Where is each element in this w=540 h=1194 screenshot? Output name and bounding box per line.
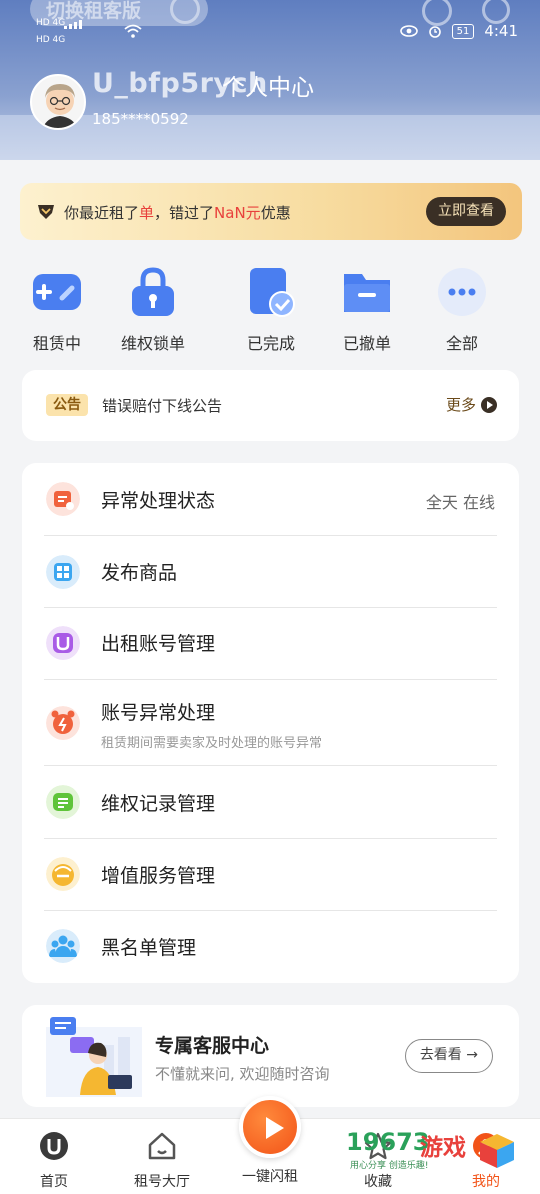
more-link[interactable]: 更多 (446, 394, 497, 415)
grid-apps-icon (46, 555, 80, 589)
announcement-bar[interactable]: 公告 错误赔付下线公告 更多 (22, 370, 519, 441)
tab-market[interactable]: 租号大厅 (112, 1119, 212, 1191)
lock-icon (132, 267, 174, 316)
customer-service-illustration (46, 1017, 142, 1097)
header-band (0, 115, 540, 160)
shortcut-locked[interactable]: 维权锁单 (105, 266, 201, 354)
announcement-text[interactable]: 错误赔付下线公告 (102, 395, 222, 416)
coupon-shield-icon (38, 205, 54, 219)
status-network: HD 4G HD 4G (36, 18, 82, 46)
more-dots-icon (438, 268, 486, 316)
promo-count: 单 (139, 204, 155, 222)
service-subtitle: 不懂就来问, 欢迎随时咨询 (155, 1065, 330, 1083)
menu-item-title: 出租账号管理 (101, 633, 216, 655)
alarm-clock-icon (46, 706, 80, 740)
more-label: 更多 (445, 396, 476, 414)
menu-item-title: 维权记录管理 (101, 793, 216, 815)
message-icon[interactable] (482, 0, 510, 24)
alarm-icon (428, 26, 441, 38)
clock: 4:41 (484, 22, 518, 40)
profile-header: 切换租客版 HD 4G HD 4G 51 4:41 U_bfp5rych 个人中… (0, 0, 540, 160)
promo-text: 你最近租了单，错过了NaN元优惠 (64, 202, 291, 223)
watermark-cube-icon (480, 1134, 514, 1168)
page-title: 个人中心 (222, 75, 314, 101)
site-watermark: 19673 游戏 用心分享 创造乐趣! (346, 1128, 526, 1188)
menu-list: 异常处理状态 全天 在线 发布商品 出租账号管理 账号异常处理 租赁期间需要卖家 (22, 463, 519, 983)
menu-item-title: 发布商品 (101, 562, 178, 584)
promo-banner[interactable]: 你最近租了单，错过了NaN元优惠 立即查看 (20, 183, 522, 240)
home-logo-icon (40, 1132, 68, 1160)
magnet-u-icon (46, 626, 80, 660)
signal-bars-icon (64, 20, 82, 29)
shortcut-label: 已撤单 (342, 334, 391, 353)
promo-text-prefix: 你最近租了 (64, 204, 140, 222)
tab-home[interactable]: 首页 (4, 1119, 104, 1191)
service-face-icon (46, 857, 80, 891)
wifi-icon (124, 24, 142, 38)
menu-item-exception-status[interactable]: 异常处理状态 全天 在线 (22, 463, 519, 536)
shortcut-completed[interactable]: 已完成 (223, 266, 319, 354)
online-status: 全天 在线 (425, 493, 495, 512)
service-title: 专属客服中心 (155, 1035, 270, 1057)
flash-rent-label: 一键闪租 (242, 1169, 298, 1185)
promo-text-suffix: 优惠 (260, 204, 291, 222)
customer-service-card[interactable]: 专属客服中心 不懂就来问, 欢迎随时咨询 去看看 → (22, 1005, 519, 1107)
folder-icon (344, 274, 390, 312)
gamepad-icon (33, 274, 81, 310)
status-right: 51 4:41 (399, 22, 518, 40)
status-document-icon (46, 482, 80, 516)
shortcut-cancelled[interactable]: 已撤单 (319, 266, 415, 354)
menu-item-publish[interactable]: 发布商品 (22, 536, 519, 608)
tab-label: 租号大厅 (134, 1174, 190, 1190)
announcement-tag: 公告 (46, 394, 88, 416)
completed-check-icon (250, 268, 295, 317)
menu-item-title: 账号异常处理 (101, 702, 216, 724)
menu-item-title: 黑名单管理 (101, 937, 197, 959)
go-see-button[interactable]: 去看看 → (404, 1039, 493, 1073)
menu-item-dispute-records[interactable]: 维权记录管理 (22, 766, 519, 839)
menu-item-value-added[interactable]: 增值服务管理 (22, 839, 519, 911)
house-icon (148, 1132, 176, 1160)
promo-text-middle: ，错过了 (154, 204, 215, 222)
menu-item-subtitle: 租赁期间需要卖家及时处理的账号异常 (101, 736, 323, 751)
shortcut-all[interactable]: 全部 (414, 266, 510, 354)
menu-item-account-exception[interactable]: 账号异常处理 租赁期间需要卖家及时处理的账号异常 (22, 680, 519, 766)
shortcut-label: 维权锁单 (120, 334, 185, 353)
menu-item-rental-accounts[interactable]: 出租账号管理 (22, 608, 519, 680)
eye-icon (399, 25, 418, 37)
view-now-button[interactable]: 立即查看 (426, 197, 506, 226)
network-label-2: HD 4G (36, 35, 66, 45)
menu-item-blacklist[interactable]: 黑名单管理 (22, 911, 519, 983)
phone-number: 185****0592 (92, 110, 189, 128)
watermark-slogan: 用心分享 创造乐趣! (350, 1161, 429, 1171)
shortcut-renting[interactable]: 租赁中 (9, 266, 105, 354)
avatar[interactable] (30, 74, 86, 130)
menu-item-title: 异常处理状态 (101, 490, 216, 512)
list-record-icon (46, 785, 80, 819)
shortcut-label: 全部 (445, 334, 478, 353)
shortcut-label: 已完成 (246, 334, 295, 353)
promo-amount: NaN元 (214, 204, 261, 222)
watermark-number: 19673 (346, 1128, 430, 1156)
go-see-label: 去看看 (419, 1047, 462, 1063)
flash-rent-button[interactable] (239, 1096, 301, 1158)
tab-label: 首页 (40, 1174, 68, 1190)
play-arrow-icon (481, 396, 497, 413)
watermark-brand: 游戏 (420, 1135, 466, 1161)
shortcut-label: 租赁中 (32, 334, 81, 353)
menu-item-title: 增值服务管理 (101, 865, 216, 887)
battery-indicator: 51 (451, 23, 475, 39)
network-label-1: HD 4G (36, 18, 66, 28)
order-shortcuts: 租赁中 维权锁单 已完成 已撤单 全部 (20, 266, 520, 353)
users-group-icon (46, 929, 80, 963)
